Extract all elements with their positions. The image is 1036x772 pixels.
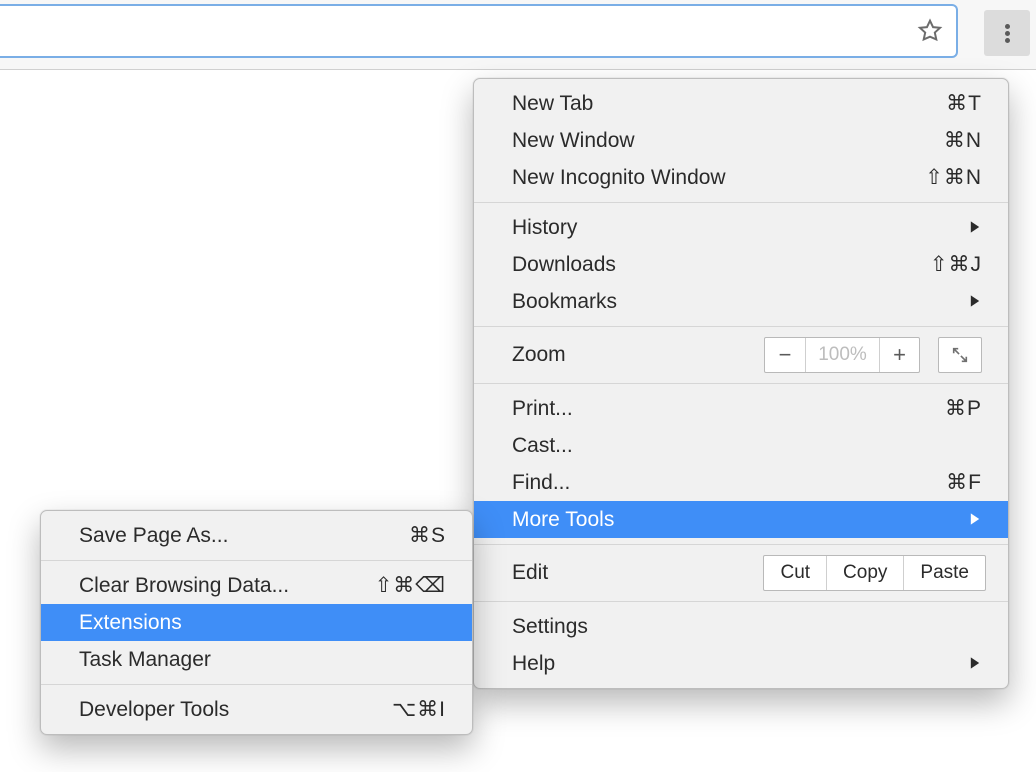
menu-item-shortcut: ⌘T	[946, 91, 982, 116]
menu-item-new-window[interactable]: New Window ⌘N	[474, 122, 1008, 159]
menu-item-shortcut: ⇧⌘J	[930, 252, 982, 277]
address-bar[interactable]	[0, 4, 958, 58]
more-tools-submenu: Save Page As... ⌘S Clear Browsing Data..…	[40, 510, 473, 735]
zoom-value: 100%	[805, 338, 879, 372]
menu-item-zoom: Zoom − 100% +	[474, 327, 1008, 383]
menu-item-label: Developer Tools	[79, 698, 392, 722]
main-menu-button[interactable]	[984, 10, 1030, 56]
menu-item-label: Save Page As...	[79, 524, 409, 548]
menu-item-bookmarks[interactable]: Bookmarks	[474, 283, 1008, 320]
fullscreen-icon	[951, 346, 969, 364]
submenu-arrow-icon	[968, 290, 982, 314]
edit-cut-button[interactable]: Cut	[764, 556, 826, 590]
menu-item-shortcut: ⇧⌘N	[925, 165, 982, 190]
menu-item-task-manager[interactable]: Task Manager	[41, 641, 472, 678]
menu-item-shortcut: ⌥⌘I	[392, 697, 446, 722]
menu-item-new-incognito[interactable]: New Incognito Window ⇧⌘N	[474, 159, 1008, 196]
menu-item-shortcut: ⌘S	[409, 523, 446, 548]
menu-item-help[interactable]: Help	[474, 645, 1008, 682]
menu-item-developer-tools[interactable]: Developer Tools ⌥⌘I	[41, 691, 472, 728]
menu-item-label: New Window	[512, 129, 944, 153]
bookmark-star-icon[interactable]	[916, 17, 944, 45]
menu-item-label: More Tools	[512, 508, 968, 532]
main-menu: New Tab ⌘T New Window ⌘N New Incognito W…	[473, 78, 1009, 689]
menu-item-shortcut: ⌘P	[945, 396, 982, 421]
menu-item-more-tools[interactable]: More Tools	[474, 501, 1008, 538]
menu-item-shortcut: ⌘N	[944, 128, 982, 153]
menu-item-label: Find...	[512, 471, 946, 495]
edit-paste-button[interactable]: Paste	[903, 556, 985, 590]
menu-item-label: Settings	[512, 615, 982, 639]
menu-item-label: New Tab	[512, 92, 946, 116]
fullscreen-button[interactable]	[938, 337, 982, 373]
menu-item-history[interactable]: History	[474, 209, 1008, 246]
menu-item-label: Cast...	[512, 434, 982, 458]
zoom-out-button[interactable]: −	[765, 338, 805, 372]
menu-item-find[interactable]: Find... ⌘F	[474, 464, 1008, 501]
menu-item-cast[interactable]: Cast...	[474, 427, 1008, 464]
zoom-in-button[interactable]: +	[879, 338, 919, 372]
menu-item-shortcut: ⌘F	[946, 470, 982, 495]
menu-item-label: Edit	[512, 561, 763, 585]
menu-item-shortcut: ⇧⌘⌫	[375, 573, 446, 598]
menu-item-extensions[interactable]: Extensions	[41, 604, 472, 641]
menu-item-edit: Edit Cut Copy Paste	[474, 545, 1008, 601]
vertical-dots-icon	[1005, 22, 1010, 45]
menu-item-label: Zoom	[512, 343, 764, 367]
menu-item-label: Help	[512, 652, 968, 676]
submenu-arrow-icon	[968, 652, 982, 676]
menu-item-label: History	[512, 216, 968, 240]
menu-item-label: Clear Browsing Data...	[79, 574, 375, 598]
menu-item-label: Extensions	[79, 611, 446, 635]
menu-item-save-page[interactable]: Save Page As... ⌘S	[41, 517, 472, 554]
menu-item-settings[interactable]: Settings	[474, 608, 1008, 645]
menu-item-label: Print...	[512, 397, 945, 421]
zoom-controls: − 100% +	[764, 337, 920, 373]
menu-item-print[interactable]: Print... ⌘P	[474, 390, 1008, 427]
submenu-arrow-icon	[968, 508, 982, 532]
menu-item-downloads[interactable]: Downloads ⇧⌘J	[474, 246, 1008, 283]
menu-item-new-tab[interactable]: New Tab ⌘T	[474, 85, 1008, 122]
menu-item-clear-browsing-data[interactable]: Clear Browsing Data... ⇧⌘⌫	[41, 567, 472, 604]
browser-toolbar	[0, 0, 1036, 70]
submenu-arrow-icon	[968, 216, 982, 240]
menu-item-label: Bookmarks	[512, 290, 968, 314]
edit-buttons: Cut Copy Paste	[763, 555, 986, 591]
edit-copy-button[interactable]: Copy	[826, 556, 903, 590]
menu-item-label: Downloads	[512, 253, 930, 277]
menu-item-label: Task Manager	[79, 648, 446, 672]
menu-item-label: New Incognito Window	[512, 166, 925, 190]
